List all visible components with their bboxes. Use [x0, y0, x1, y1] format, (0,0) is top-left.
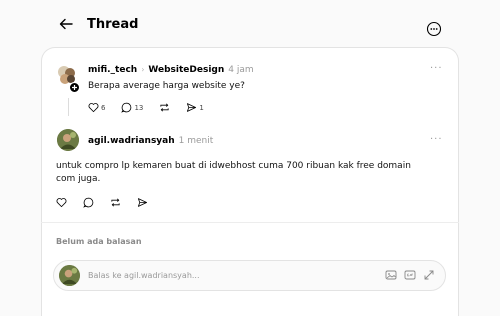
post-more-icon[interactable]: ···	[430, 63, 443, 74]
expand-icon[interactable]	[423, 269, 435, 281]
back-arrow-icon[interactable]	[58, 14, 78, 34]
reply-text-line: com juga.	[56, 174, 101, 184]
repost-icon	[160, 103, 169, 112]
reply-text: untuk compro lp kemaren buat di idwebhos…	[56, 160, 411, 186]
repost-button[interactable]	[110, 197, 121, 208]
repost-button[interactable]	[159, 102, 170, 113]
reply-username[interactable]: agil.wadriansyah	[88, 136, 175, 146]
send-icon	[187, 103, 197, 112]
add-follow-icon[interactable]	[69, 78, 80, 93]
gif-icon[interactable]	[404, 269, 416, 281]
post-meta: mifi._tech › WebsiteDesign 4 jam	[88, 65, 254, 75]
like-button[interactable]: 6	[88, 102, 105, 113]
post-time: 4 jam	[228, 65, 254, 75]
post-username[interactable]: mifi._tech	[88, 65, 137, 75]
share-count: 1	[199, 103, 204, 112]
reply-meta: agil.wadriansyah 1 menit	[88, 136, 213, 146]
chevron-right-icon: ›	[141, 65, 145, 74]
reply-more-icon[interactable]: ···	[430, 134, 443, 145]
comment-button[interactable]: 13	[121, 102, 143, 113]
reply-input[interactable]: Balas ke agil.wadriansyah...	[53, 260, 446, 291]
image-icon[interactable]	[385, 269, 397, 281]
avatar	[59, 265, 80, 286]
send-icon	[137, 198, 148, 207]
heart-icon	[56, 198, 67, 208]
comment-icon	[121, 102, 132, 113]
comment-icon	[83, 197, 94, 208]
share-button[interactable]	[137, 197, 148, 208]
share-button[interactable]: 1	[186, 102, 204, 113]
thread-connector	[68, 98, 69, 116]
reply-text-line: untuk compro lp kemaren buat di idwebhos…	[56, 161, 411, 171]
top-bar: Thread	[0, 0, 500, 48]
divider	[41, 222, 459, 223]
post-text: Berapa average harga website ye?	[88, 81, 245, 91]
like-button[interactable]	[56, 197, 67, 208]
repost-icon	[111, 198, 120, 207]
like-count: 6	[101, 103, 106, 112]
reply-placeholder: Balas ke agil.wadriansyah...	[88, 271, 200, 280]
page-title: Thread	[87, 17, 139, 32]
reply-tools	[378, 269, 435, 281]
post-actions: 6 13 1	[88, 102, 216, 113]
avatar[interactable]	[57, 129, 79, 151]
community-name[interactable]: WebsiteDesign	[148, 65, 224, 75]
comment-count: 13	[134, 103, 144, 112]
reply-actions	[56, 197, 160, 208]
comment-button[interactable]	[83, 197, 94, 208]
reply-time: 1 menit	[178, 136, 214, 146]
more-options-circle-icon[interactable]	[426, 21, 442, 37]
heart-icon	[88, 103, 99, 113]
no-replies-label: Belum ada balasan	[56, 237, 142, 246]
